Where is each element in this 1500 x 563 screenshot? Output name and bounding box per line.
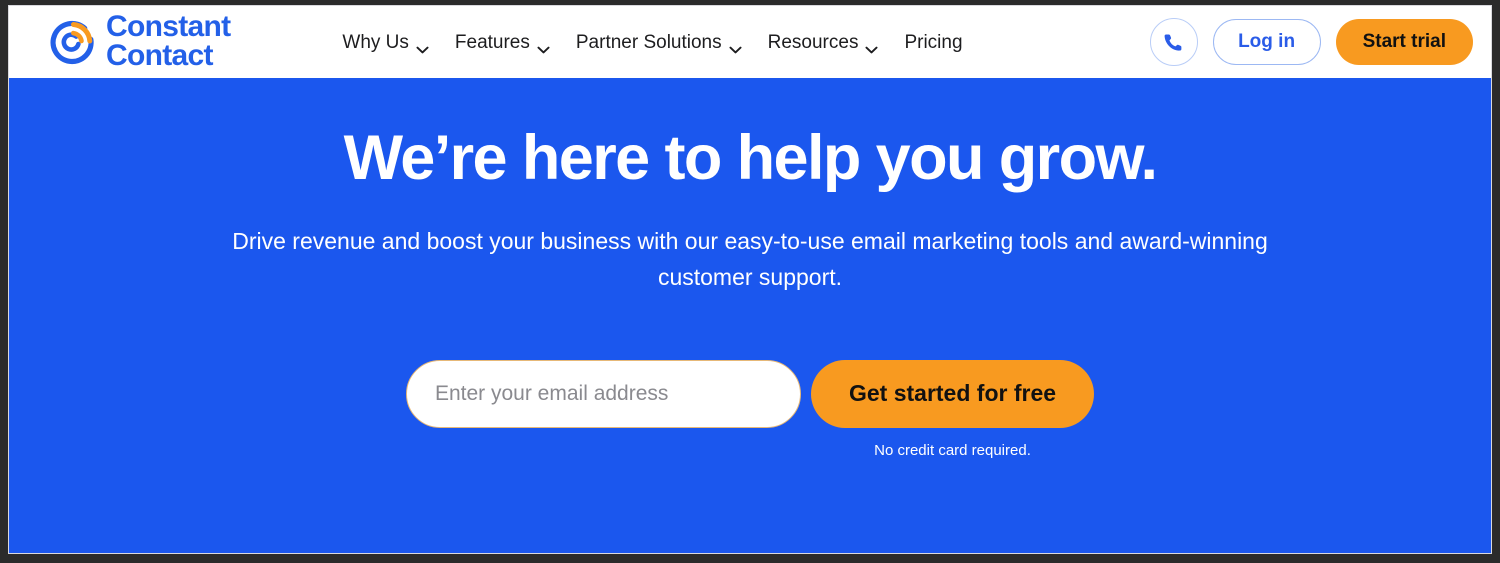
- nav-item-why-us[interactable]: Why Us: [342, 31, 429, 54]
- log-in-button[interactable]: Log in: [1212, 19, 1321, 65]
- cta-group: Get started for free No credit card requ…: [810, 359, 1095, 459]
- start-trial-button[interactable]: Start trial: [1335, 19, 1473, 65]
- nav-item-label: Partner Solutions: [575, 31, 722, 53]
- screenshot-frame: Constant Contact Why Us Features Partner…: [0, 0, 1500, 563]
- chevron-down-icon: [416, 39, 429, 54]
- chevron-down-icon: [537, 39, 550, 54]
- phone-contact-button[interactable]: [1149, 18, 1198, 66]
- nav-item-pricing[interactable]: Pricing: [904, 33, 962, 52]
- brand-logo-link[interactable]: Constant Contact: [47, 10, 231, 72]
- main-navigation: Why Us Features Partner Solutions Resour…: [342, 31, 963, 54]
- nav-item-features[interactable]: Features: [454, 31, 550, 54]
- hero-subtitle: Drive revenue and boost your business wi…: [232, 228, 1268, 291]
- nav-item-resources[interactable]: Resources: [767, 31, 879, 54]
- browser-viewport: Constant Contact Why Us Features Partner…: [8, 5, 1492, 554]
- signup-form: Get started for free No credit card requ…: [9, 359, 1491, 459]
- phone-icon: [1163, 32, 1184, 53]
- chevron-down-icon: [865, 39, 879, 54]
- header-actions: Log in Start trial: [1149, 18, 1481, 66]
- constant-contact-circle-logo-icon: [47, 17, 97, 67]
- nav-item-label: Features: [454, 31, 530, 53]
- hero-section: We’re here to help you grow. Drive reven…: [9, 78, 1491, 553]
- chevron-down-icon: [729, 39, 742, 54]
- brand-name-line-2: Contact: [106, 39, 213, 72]
- nav-item-label: Pricing: [904, 31, 963, 53]
- nav-item-partner-solutions[interactable]: Partner Solutions: [575, 31, 742, 54]
- nav-item-label: Resources: [767, 31, 859, 53]
- get-started-button[interactable]: Get started for free: [810, 359, 1095, 428]
- hero-title: We’re here to help you grow.: [343, 123, 1158, 193]
- no-credit-card-note: No credit card required.: [874, 441, 1031, 459]
- email-input[interactable]: [405, 359, 801, 428]
- nav-item-label: Why Us: [342, 31, 409, 53]
- site-header: Constant Contact Why Us Features Partner…: [9, 6, 1491, 78]
- brand-wordmark: Constant Contact: [106, 10, 231, 72]
- brand-name-line-1: Constant: [106, 10, 231, 44]
